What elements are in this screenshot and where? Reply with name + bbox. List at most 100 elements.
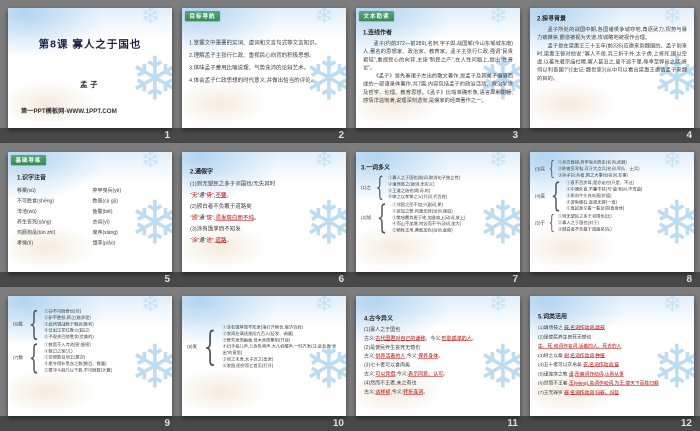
group-items: ①兵刃既接,弃甲曳兵而走(名词,武器) ②昨夜见军帖,可汗大点兵(名词,军队、士兵… (558, 159, 692, 178)
rich-line: (3)涂有饿莩而不知发 (190, 226, 241, 233)
paragraph: 孟子(约前372—前289),名轲,字子舆,战国邹(今山东邹城东南)人,著名的思… (363, 40, 513, 71)
text-segment: 。 (443, 371, 449, 377)
pinyin-item: 数罟(cù gǔ) (92, 198, 119, 205)
slide-canvas: ❄❄(6)胜{①谷不可胜食也(尽)②驴不胜怒,蹄之(能承受)③此所谓战胜于朝廷(… (8, 296, 172, 416)
brace-glyph: { (376, 198, 388, 237)
group-label: (4)直 (535, 193, 545, 199)
slide-content: 5.词类活用 (1)填然鼓之 鼓,名词作动词,敲鼓 (2)是使民养生丧死无憾也 生、死… (530, 296, 694, 416)
slide-number: 12 (680, 418, 692, 429)
group-items: ①涂有饿莩而不知发(指打开粮仓,赈济百姓) ②发闾左谪戍渔阳九百人(征发、调遣) ③… (222, 324, 344, 369)
group-items: ①则无望民之多于邻国也(比) ②寡人之于国也(对于) ③颁白者不负戴于道路矣(在) (558, 213, 692, 232)
slide-content: 1.掌握文中重要的实词、虚词和文言句式等文言知识。 2.理解孟子主张行仁政、重视民… (182, 8, 346, 128)
text-segment: 。 (253, 214, 260, 221)
rich-line: (4)五十者可以衣帛矣 衣,名词作动词,穿 (538, 361, 688, 370)
slide-canvas: ❄❄目标导航1.掌握文中重要的实词、虚词和文言句式等文言知识。2.理解孟子主张行… (182, 8, 346, 128)
pinyin-item: 孝悌(tì) (17, 240, 34, 247)
slide-content: 1.识字注音 移粟(sù) 不可胜食(shēng) 洿池(wū) 养生丧死(sàng) 鸡… (8, 152, 172, 272)
rich-line: “颁”通“斑”,须发斑白而不纯。 (190, 212, 340, 223)
slide-content: 2.探寻背景 孟子所处的战国中期,各国诸侯争城夺地,角逐武力,权势与暴力被推崇,霸… (530, 8, 694, 128)
slide-thumbnail-2[interactable]: ❄❄目标导航1.掌握文中重要的实词、虚词和文言句式等文言知识。2.理解孟子主张行… (182, 8, 346, 128)
text-segment: 可以凭借 (375, 371, 396, 377)
group-label: (5)于 (535, 220, 545, 226)
rich-line: (3)树之以桑 树,名词作动词,种植 (538, 351, 688, 360)
slide-canvas: ❄❄(3)兵{①兵刃既接,弃甲曳兵而走(名词,武器)②昨夜见军帖,可汗大点兵(名… (530, 152, 694, 272)
group-items: ①邻国之民不加少(副词,更) ②欲加之罪,何患无辞(动词,强加) ③樊哙覆其盾于地,… (392, 202, 518, 234)
text-segment: (1)填然鼓之 (538, 325, 565, 331)
brace-glyph: { (548, 210, 555, 234)
group-item: ④妇手拍儿声,儿含乳啼声,大儿初醒声,一时齐发(注:此处为“发出”的意思) (222, 343, 337, 355)
rich-line: (1)填然鼓之 鼓,名词作动词,敲鼓 (538, 324, 688, 333)
section-heading: 5.词类活用 (538, 313, 568, 320)
rich-line: (1)寡人之于国也 (364, 327, 401, 333)
section-heading: 4.古今异义 (364, 315, 394, 322)
rich-line: 古义:可以凭借,今义:表示同意、认可。 (364, 370, 514, 379)
pinyin-item: 洿池(wū) (17, 209, 37, 215)
text-segment: 。 (423, 389, 429, 395)
section-heading: 2.通假字 (190, 168, 214, 175)
slide-number: 4 (686, 130, 692, 141)
slide-thumbnail-10[interactable]: ❄❄(8)发{①涂有饿莩而不知发(指打开粮仓,赈济百姓)②发闾左谪戍渔阳九百人(… (182, 296, 346, 416)
slide-thumbnail-8[interactable]: ❄❄(3)兵{①兵刃既接,弃甲曳兵而走(名词,武器)②昨夜见军帖,可汗大点兵(名… (530, 152, 694, 272)
slide-thumbnail-3[interactable]: ❄❄文本助读1.连线作者孟子(约前372—前289),名轲,字子舆,战国邹(今山… (356, 8, 520, 128)
group-items: ①数罟不入洿池(密,细密) ②数口之家(几) ③范增数目项王(屡次) ④愿令得补黑衣之… (44, 341, 170, 373)
slide-number: 6 (338, 274, 344, 285)
text-segment: 生、死,动词作名词,活着的人、死去的人 (538, 343, 622, 350)
slide-number: 8 (686, 274, 692, 285)
slide-subtitle: 孟子 (79, 80, 100, 90)
text-segment: 供养活着的人 (375, 353, 406, 360)
slide-canvas: ❄❄(8)发{①涂有饿莩而不知发(指打开粮仓,赈济百姓)②发闾左谪戍渔阳九百人(… (182, 296, 346, 416)
group-label: (1)之 (361, 185, 371, 190)
rich-line: 古义:古代国君对自己的谦称。今义:形影孤单的人。 (364, 334, 514, 343)
group-items: ①直不百步耳,是亦走也(只是、不过) ②中通外直,不蔓不枝(与“曲”相对,不弯曲)… (566, 180, 692, 212)
brace-glyph: { (28, 337, 40, 376)
rich-line: (2)是使民养生丧死无憾也 (538, 333, 688, 342)
text-segment: ,今义: (405, 353, 419, 360)
rich-line: (5)谨庠序之教 谨,形容词作动词,认真从事 (538, 370, 688, 379)
pinyin-columns: 移粟(sù) 不可胜食(shēng) 洿池(wū) 养生丧死(sàng) 鸡豚狗彘(tú… (17, 186, 168, 249)
slide-canvas: ❄❄2.通假字(1)则无望民之多于邻国也/无失其时“无”通“毋”,不要。(2)颁… (182, 152, 346, 272)
group-item: ⑤直起身又看一看豆(挺直身体) (566, 205, 625, 211)
goal-line: 1.掌握文中重要的实词、虚词和文言句式等文言知识。 (189, 40, 321, 46)
slide-thumbnail-6[interactable]: ❄❄2.通假字(1)则无望民之多于邻国也/无失其时“无”通“毋”,不要。(2)颁… (182, 152, 346, 272)
text-segment: 。今义: (425, 335, 442, 342)
text-segment: 表示同意、认可 (408, 371, 444, 377)
goal-line: 4.体会孟子仁政思想的时代意义,并做出恰当的评论。 (189, 77, 317, 84)
brace-glyph: { (548, 156, 555, 180)
goal-line: 3.体味孟子善用比喻说理、气势充沛的论辩艺术。 (189, 65, 310, 71)
text-segment: ,今义: (390, 389, 404, 395)
paragraph: 《孟子》是先秦诸子杰出的散文著作,是孟子及其弟子编纂而成的一部语录体著作,共7篇… (363, 73, 513, 104)
text-segment: (3)树之以桑 (538, 352, 565, 359)
text-segment: 衣,名词作动词,穿 (583, 362, 620, 368)
text-segment: (6)然而不王者 (538, 380, 569, 387)
word-group: (6)胜 {①谷不可胜食也(尽) ②驴不胜怒,蹄之(能承受) ③此所谓战胜于朝廷(胜利… (13, 307, 170, 340)
slide-thumbnail-11[interactable]: ❄❄4.古今异义(1)寡人之于国也古义:古代国君对自己的谦称。今义:形影孤单的人… (356, 296, 520, 416)
slide-canvas: ❄❄文本助读1.连线作者孟子(约前372—前289),名轲,字子舆,战国邹(今山… (356, 8, 520, 128)
word-group: (5)于{①则无望民之多于邻国也(比) ②寡人之于国也(对于) ③颁白者不负戴于道路… (535, 210, 692, 234)
text-segment: (2)是使民养生丧死无憾也 (538, 334, 592, 340)
text-segment: 道路 (215, 237, 227, 244)
slide-thumbnail-5[interactable]: ❄❄基础导练1.识字注音移粟(sù)不可胜食(shēng)洿池(wū)养生丧死(… (8, 152, 172, 272)
slide-canvas: ❄❄基础导练1.识字注音移粟(sù)不可胜食(shēng)洿池(wū)养生丧死(… (8, 152, 172, 272)
slide-thumbnail-9[interactable]: ❄❄(6)胜{①谷不可胜食也(尽)②驴不胜怒,蹄之(能承受)③此所谓战胜于朝廷(… (8, 296, 172, 416)
text-segment: 谨,形容词作动词,认真从事 (568, 371, 624, 377)
slide-content: (8)发 {①涂有饿莩而不知发(指打开粮仓,赈济百姓) ②发闾左谪戍渔阳九百人(征发… (182, 296, 346, 416)
slide-thumbnail-7[interactable]: ❄❄3.一词多义(1)之{①寡人之于国也(助词,取消句子独立性)②填然鼓之(助词… (356, 152, 520, 272)
rich-line: (3)七十者可以食肉矣 (364, 362, 411, 369)
group-items: ①寡人之于国也(助词,取消句子独立性) ②填然鼓之(助词,无实义) ③王道之始也(助… (388, 175, 518, 201)
section-heading: 1.连线作者 (363, 29, 393, 36)
slide-thumbnail-12[interactable]: ❄❄5.词类活用(1)填然鼓之 鼓,名词作动词,敲鼓(2)是使民养生丧死无憾也生… (530, 296, 694, 416)
group-item: ④申之以孝悌之义(代词,代百姓) (388, 194, 448, 200)
slide-thumbnail-1[interactable]: ❄❄第8课 寡人之于国也孟子第一PPT模板网-WWW.1PPT.COM (8, 8, 172, 128)
text-segment: 鼓,名词作动词,敲鼓 (564, 325, 605, 331)
text-segment: 不要 (215, 192, 227, 199)
slide-number: 9 (164, 418, 170, 429)
slide-thumbnail-4[interactable]: ❄❄2.探寻背景孟子所处的战国中期,各国诸侯争城夺地,角逐武力,权势与暴力被推崇… (530, 8, 694, 128)
slide-content: (3)兵{①兵刃既接,弃甲曳兵而走(名词,武器) ②昨夜见军帖,可汗大点兵(名词,… (530, 152, 694, 272)
text-segment: 形影孤单的人 (441, 335, 472, 342)
group-items: ①谷不可胜食也(尽) ②驴不胜怒,蹄之(能承受) ③此所谓战胜于朝廷(胜利) ④日出江… (44, 308, 170, 340)
group-item: ⑤予观夫巴陵胜状(优美的) (44, 334, 94, 339)
rich-line: “无”通“毋”,不要。 (190, 190, 340, 201)
word-group: (4)直 {①直不百步耳,是亦走也(只是、不过) ②中通外直,不蔓不枝(与“曲”相对… (535, 179, 692, 212)
group-label: (8)发 (187, 344, 197, 350)
rich-line: (6)然而不王者 王(wàng),名词作动词,为王,使天下百姓归顺 (538, 379, 688, 388)
